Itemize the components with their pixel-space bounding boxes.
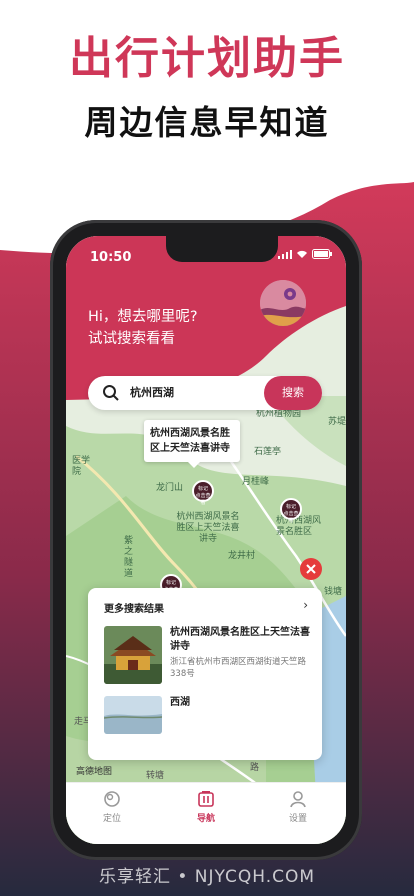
result-item[interactable]: 西湖: [104, 696, 314, 736]
map-label: 医学院: [72, 456, 91, 477]
result-name: 西湖: [170, 697, 190, 708]
result-address: 浙江省杭州市西湖区西湖街道天竺路338号: [170, 657, 307, 679]
tab-locate[interactable]: 定位: [82, 789, 142, 824]
result-item[interactable]: 杭州西湖风景名胜区上天竺法喜讲寺 浙江省杭州市西湖区西湖街道天竺路338号: [104, 626, 314, 686]
tab-settings[interactable]: 设置: [268, 789, 328, 824]
map-label: 石莲亭: [254, 447, 282, 457]
map-label: 杭州西湖风景名胜区上天竺法喜讲寺: [176, 512, 240, 544]
map-pin[interactable]: 标记点击查看: [192, 480, 214, 506]
map-provider-logo: 高德地图: [76, 767, 113, 777]
promo-headline: 出行计划助手: [69, 33, 345, 84]
tab-bar: 定位 导航 设置: [66, 782, 346, 844]
tab-label: 定位: [102, 814, 121, 824]
avatar[interactable]: [260, 280, 306, 326]
map-road: 路: [250, 763, 260, 773]
phone-notch: [166, 236, 278, 262]
map-label: 紫之隧道: [124, 536, 134, 579]
search-input[interactable]: 杭州西湖: [130, 376, 174, 410]
greeting: Hi，想去哪里呢? 试试搜索看看: [88, 306, 198, 350]
tab-navigate[interactable]: 导航: [176, 789, 236, 824]
phone-frame: 10:50 杭州植物园 苏堤 石莲亭 月桂峰 龙门山 杭州西湖风景名胜区上天竺法…: [50, 220, 362, 860]
status-time: 10:50: [90, 250, 132, 265]
tab-label: 设置: [288, 814, 307, 824]
search-results-panel: 更多搜索结果 › 杭州西湖风景名胜区上天竺法喜讲寺 浙江省杭州市西湖区西湖街道天…: [88, 588, 322, 760]
close-button[interactable]: [300, 558, 322, 580]
lake-photo: [104, 696, 162, 734]
battery-icon: [312, 249, 332, 259]
result-name: 杭州西湖风景名胜区上天竺法喜讲寺: [170, 627, 310, 652]
close-icon: [306, 564, 316, 574]
map-callout[interactable]: 杭州西湖风景名胜区上天竺法喜讲寺: [144, 420, 240, 468]
map-location-icon: [260, 280, 306, 326]
map-road: 转塘: [146, 771, 165, 781]
user-icon: [290, 791, 306, 808]
signal-icon: [278, 249, 292, 259]
promo-subheadline: 周边信息早知道: [84, 103, 330, 142]
locate-icon: [104, 791, 120, 807]
wifi-icon: [297, 250, 307, 258]
search-bar: 杭州西湖 搜索: [88, 376, 322, 410]
map-label: 龙门山: [156, 483, 184, 493]
map-pin[interactable]: 标记点击查看: [280, 498, 302, 524]
result-thumbnail: [104, 626, 162, 684]
watermark: 乐享轻汇 • NJYCQH.COM: [98, 867, 316, 887]
tab-label: 导航: [196, 814, 215, 824]
navigate-icon: [198, 791, 214, 807]
map-label: 杭州西湖风景名胜区: [276, 516, 322, 537]
search-icon: [103, 385, 119, 401]
chevron-right-icon[interactable]: ›: [303, 598, 308, 612]
status-icons: [278, 249, 332, 259]
greeting-line2: 试试搜索看看: [88, 331, 175, 347]
results-title: 更多搜索结果: [104, 604, 164, 615]
result-thumbnail: [104, 696, 162, 734]
greeting-line1: Hi，想去哪里呢?: [88, 309, 198, 325]
search-button[interactable]: 搜索: [264, 376, 322, 410]
app-screen: 10:50 杭州植物园 苏堤 石莲亭 月桂峰 龙门山 杭州西湖风景名胜区上天竺法…: [66, 236, 346, 844]
map-label: 苏堤: [328, 417, 346, 427]
map-label: 月桂峰: [242, 477, 270, 487]
map-label: 龙井村: [228, 551, 256, 561]
temple-photo: [104, 626, 162, 684]
map-label: 钱塘: [324, 587, 343, 597]
